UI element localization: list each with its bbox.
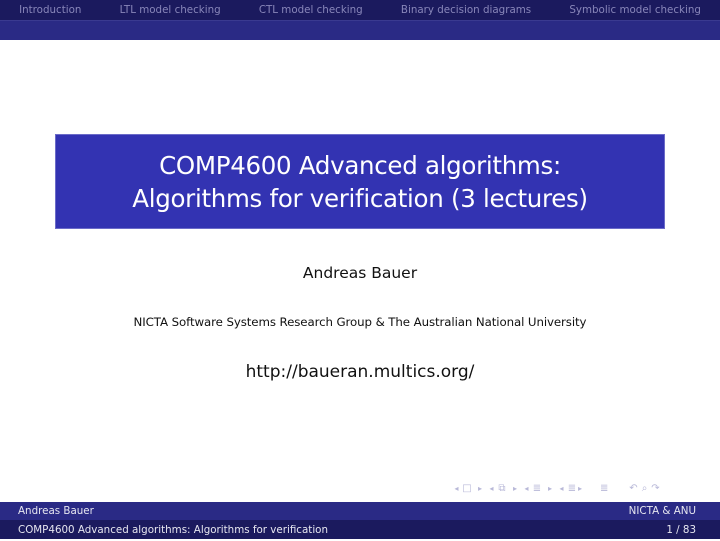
subsection-icon[interactable]: ⧉ bbox=[496, 483, 508, 494]
institute: NICTA Software Systems Research Group & … bbox=[133, 315, 587, 329]
section-next-icon[interactable]: ▸ bbox=[543, 484, 557, 493]
search-icon[interactable]: ⌕ bbox=[639, 483, 650, 494]
section-navigation: Introduction LTL model checking CTL mode… bbox=[0, 0, 720, 20]
subsection-next-icon[interactable]: ▸ bbox=[508, 484, 522, 493]
footer-author: Andreas Bauer bbox=[18, 505, 94, 517]
forward-icon[interactable]: ↷ bbox=[650, 483, 661, 494]
footer-short-title: COMP4600 Advanced algorithms: Algorithms… bbox=[18, 523, 329, 536]
title-line-1: COMP4600 Advanced algorithms: bbox=[159, 150, 561, 180]
subsection-bar bbox=[0, 21, 720, 40]
toc-icon[interactable]: ≣ bbox=[600, 483, 628, 494]
author-url[interactable]: http://baueran.multics.org/ bbox=[0, 362, 720, 382]
nav-section-binary-decision-diagrams[interactable]: Binary decision diagrams bbox=[401, 4, 531, 16]
nav-section-ctl-model-checking[interactable]: CTL model checking bbox=[259, 4, 363, 16]
nav-section-introduction[interactable]: Introduction bbox=[19, 4, 81, 16]
title-line-2: Algorithms for verification (3 lectures) bbox=[132, 183, 588, 213]
section-icon[interactable]: ≣ bbox=[531, 483, 543, 494]
frame-prev-icon[interactable]: ◂ bbox=[452, 484, 461, 493]
presentation-prev-icon[interactable]: ◂ bbox=[557, 484, 566, 493]
subsection-prev-icon[interactable]: ◂ bbox=[487, 484, 496, 493]
beamer-navigation-symbols: ◂ □ ▸ ◂ ⧉ ▸ ◂ ≣ ▸ ◂ ≣ ▸ ≣ ↶ ⌕ ↷ bbox=[452, 481, 661, 495]
presentation-next-icon[interactable]: ▸ bbox=[578, 484, 600, 493]
footer-author-bar: Andreas Bauer NICTA & ANU bbox=[0, 502, 720, 520]
footer-title-bar: COMP4600 Advanced algorithms: Algorithms… bbox=[0, 520, 720, 539]
title-box: COMP4600 Advanced algorithms: Algorithms… bbox=[56, 135, 664, 228]
frame-icon[interactable]: □ bbox=[461, 483, 473, 494]
nav-section-ltl-model-checking[interactable]: LTL model checking bbox=[120, 4, 221, 16]
nav-section-symbolic-model-checking[interactable]: Symbolic model checking bbox=[569, 4, 701, 16]
presentation-icon[interactable]: ≣ bbox=[566, 483, 578, 494]
footer-page-number: 1 / 83 bbox=[666, 523, 696, 536]
back-icon[interactable]: ↶ bbox=[628, 483, 639, 494]
footer-institute: NICTA & ANU bbox=[628, 505, 696, 517]
author-name: Andreas Bauer bbox=[302, 264, 418, 282]
frame-next-icon[interactable]: ▸ bbox=[473, 484, 487, 493]
section-prev-icon[interactable]: ◂ bbox=[522, 484, 531, 493]
